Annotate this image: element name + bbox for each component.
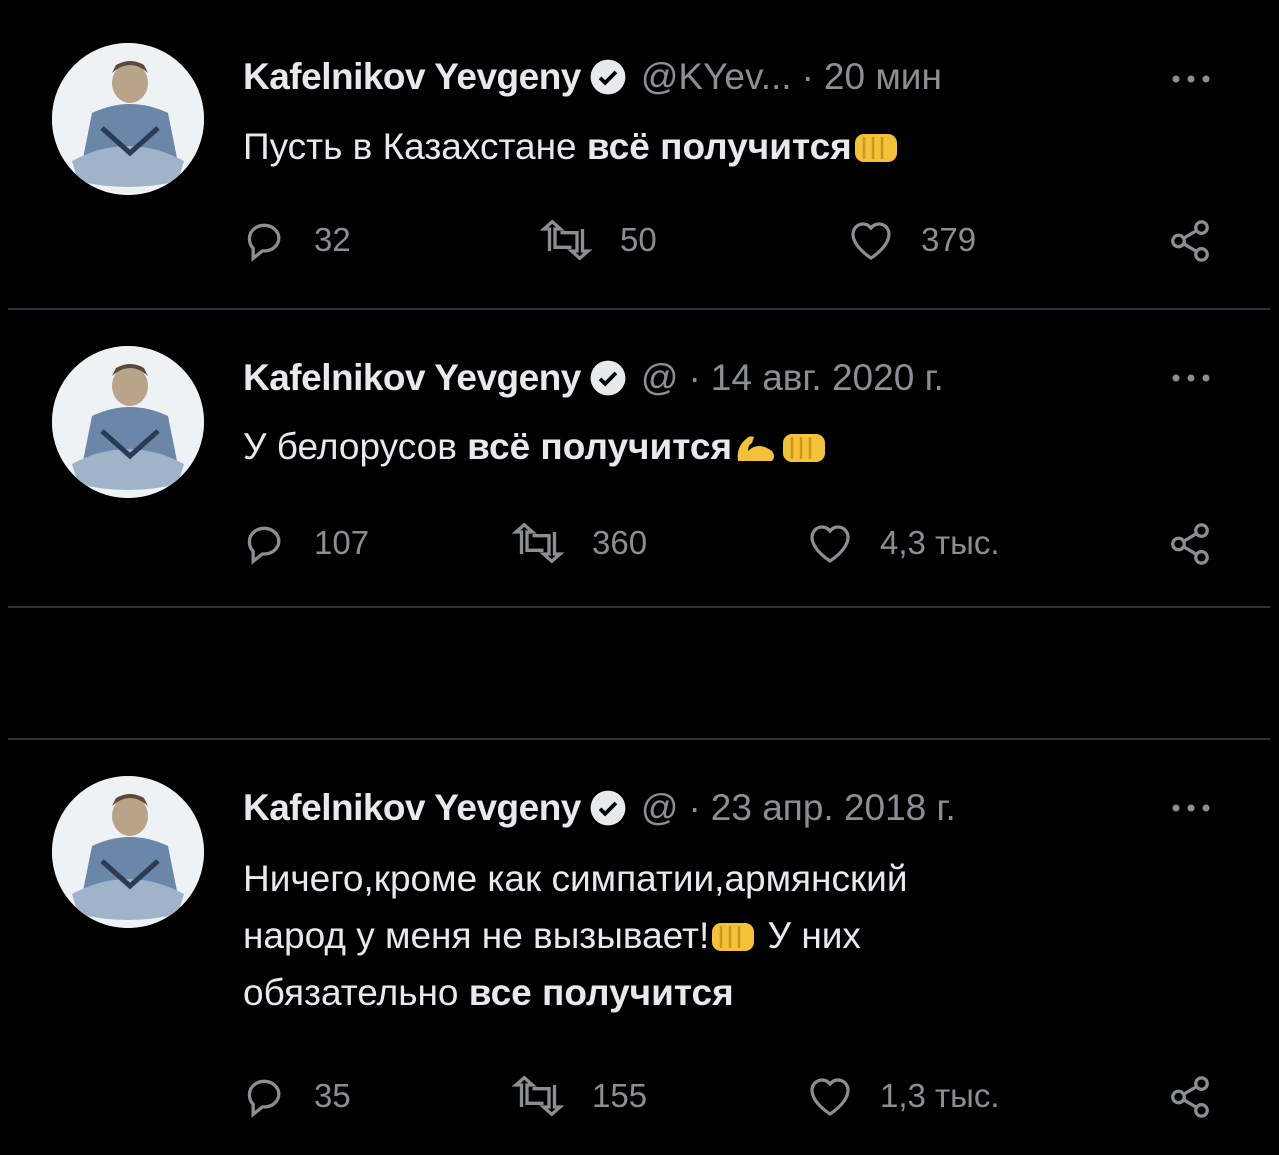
author-name[interactable]: Kafelnikov Yevgeny bbox=[243, 357, 581, 399]
tweet-text-line: обязательно все получится bbox=[243, 964, 1143, 1021]
reply-count: 107 bbox=[314, 524, 370, 561]
like-button[interactable]: 379 bbox=[847, 218, 976, 262]
author-handle[interactable]: @ bbox=[641, 787, 679, 829]
like-icon bbox=[810, 525, 850, 563]
separator-dot: · bbox=[688, 787, 701, 828]
divider bbox=[8, 308, 1270, 310]
reply-button[interactable]: 32 bbox=[244, 218, 351, 262]
share-icon[interactable] bbox=[1167, 521, 1213, 567]
like-icon bbox=[810, 1078, 850, 1116]
author-handle[interactable]: @ bbox=[641, 357, 679, 399]
reply-icon bbox=[247, 223, 281, 262]
avatar[interactable] bbox=[52, 43, 204, 195]
tweet-text: Ничего,кроме как симпатии,армянский наро… bbox=[243, 850, 1143, 1021]
retweet-count: 360 bbox=[592, 524, 648, 561]
tweet-text-normal: обязательно bbox=[243, 972, 469, 1013]
tweet-text-normal: У них bbox=[757, 915, 861, 956]
tweet-text-normal: народ у меня не вызывает! bbox=[243, 915, 710, 956]
separator-dot: · bbox=[688, 357, 701, 398]
flexed-biceps-emoji bbox=[737, 436, 775, 461]
retweet-button[interactable]: 360 bbox=[510, 521, 647, 565]
tweet-text-bold: всё получится bbox=[586, 126, 852, 167]
tweet-text-normal: Пусть в Казахстане bbox=[243, 126, 587, 167]
tweet-header: Kafelnikov Yevgeny @ · 23 апр. 2018 г. bbox=[243, 783, 956, 833]
avatar[interactable] bbox=[52, 346, 204, 498]
retweet-count: 155 bbox=[592, 1077, 648, 1114]
like-count: 1,3 тыс. bbox=[880, 1077, 1000, 1114]
share-icon[interactable] bbox=[1167, 218, 1213, 264]
like-button[interactable]: 1,3 тыс. bbox=[806, 1074, 1000, 1118]
author-handle[interactable]: @KYev... bbox=[641, 56, 792, 98]
retweet-icon bbox=[511, 1075, 565, 1117]
more-icon[interactable] bbox=[1168, 798, 1214, 818]
tweet-timestamp[interactable]: 14 авг. 2020 г. bbox=[711, 357, 944, 399]
tweet-timestamp[interactable]: 20 мин bbox=[824, 56, 942, 98]
retweet-button[interactable]: 50 bbox=[538, 218, 657, 262]
reply-icon bbox=[247, 1079, 281, 1118]
tweet-text: У белорусов всё получится bbox=[243, 418, 1143, 475]
retweet-count: 50 bbox=[620, 221, 657, 258]
fist-emoji bbox=[712, 923, 755, 951]
tweet-actions: 35 155 1,3 тыс. bbox=[0, 1074, 1279, 1120]
more-icon[interactable] bbox=[1168, 69, 1214, 89]
author-name[interactable]: Kafelnikov Yevgeny bbox=[243, 56, 581, 98]
divider bbox=[8, 606, 1270, 608]
verified-badge-icon bbox=[590, 59, 626, 95]
tweet-text-bold: всё получится bbox=[467, 426, 733, 467]
reply-button[interactable]: 35 bbox=[244, 1074, 351, 1118]
divider bbox=[8, 738, 1270, 740]
more-icon[interactable] bbox=[1168, 368, 1214, 388]
retweet-icon bbox=[511, 522, 565, 564]
tweet-actions: 32 50 379 bbox=[0, 218, 1279, 264]
tweet-text-normal: У белорусов bbox=[243, 426, 468, 467]
share-icon[interactable] bbox=[1167, 1074, 1213, 1120]
tweet-text-bold: все получится bbox=[468, 972, 734, 1013]
reply-count: 32 bbox=[314, 221, 351, 258]
like-count: 379 bbox=[921, 221, 977, 258]
fist-emoji bbox=[783, 434, 826, 462]
retweet-icon bbox=[539, 219, 593, 261]
fist-emoji bbox=[854, 134, 897, 162]
like-button[interactable]: 4,3 тыс. bbox=[806, 521, 1000, 565]
verified-badge-icon bbox=[590, 790, 626, 826]
reply-icon bbox=[247, 526, 281, 565]
tweet-header: Kafelnikov Yevgeny @KYev... · 20 мин bbox=[243, 52, 942, 102]
like-icon bbox=[851, 222, 891, 260]
tweet-text-line: народ у меня не вызывает! У них bbox=[243, 907, 1143, 964]
tweet-actions: 107 360 4,3 тыс. bbox=[0, 521, 1279, 567]
reply-button[interactable]: 107 bbox=[244, 521, 369, 565]
author-name[interactable]: Kafelnikov Yevgeny bbox=[243, 787, 581, 829]
tweet-timestamp[interactable]: 23 апр. 2018 г. bbox=[711, 787, 956, 829]
verified-badge-icon bbox=[590, 360, 626, 396]
tweet-text: Пусть в Казахстане всё получится bbox=[243, 118, 1143, 175]
retweet-button[interactable]: 155 bbox=[510, 1074, 647, 1118]
separator-dot: · bbox=[801, 56, 814, 97]
like-count: 4,3 тыс. bbox=[880, 524, 1000, 561]
avatar[interactable] bbox=[52, 776, 204, 928]
tweet-text-line: Ничего,кроме как симпатии,армянский bbox=[243, 858, 908, 899]
reply-count: 35 bbox=[314, 1077, 351, 1114]
tweet-header: Kafelnikov Yevgeny @ · 14 авг. 2020 г. bbox=[243, 353, 944, 403]
